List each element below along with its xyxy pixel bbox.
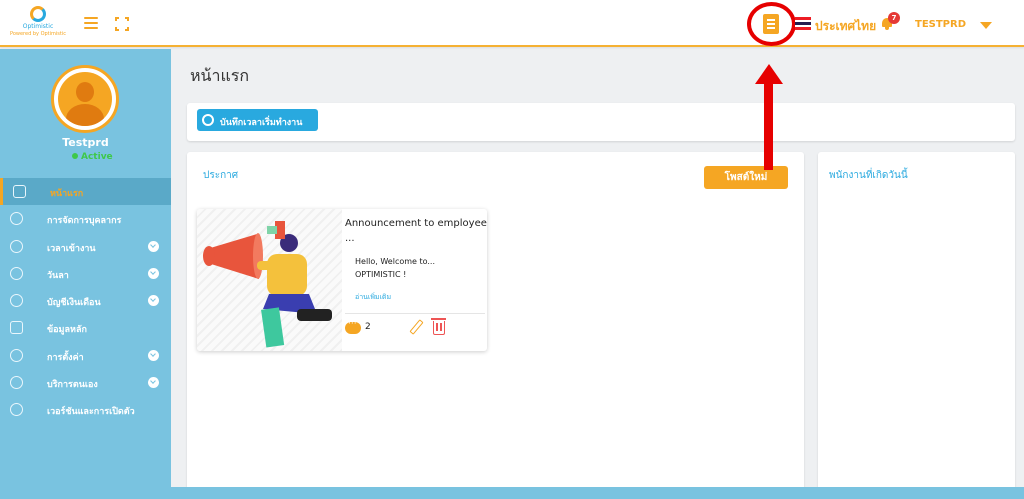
sidebar-item-label: เวลาเข้างาน (47, 243, 96, 254)
post-title: Announcement to employee (345, 218, 487, 229)
status-badge: Active (72, 152, 113, 162)
logo-ring-icon (30, 6, 46, 22)
clockin-button-label: บันทึกเวลาเริ่มทำงาน (220, 118, 303, 128)
annotation-circle (747, 2, 796, 46)
chevron-down-icon[interactable] (148, 349, 159, 361)
read-more-link[interactable]: อ่านเพิ่มเติม (355, 292, 391, 303)
chevron-down-icon[interactable] (148, 295, 159, 307)
fullscreen-icon[interactable] (115, 17, 129, 31)
post-body: Hello, Welcome to... OPTIMISTIC ! (355, 257, 436, 279)
home-icon (13, 185, 26, 198)
gear-icon (10, 348, 23, 362)
notification-badge: 7 (888, 12, 900, 24)
comment-count: 2 (365, 322, 371, 332)
sidebar-item-label: วันลา (47, 270, 69, 281)
sidebar-item-payroll[interactable]: บัญชีเงินเดือน (0, 287, 171, 314)
sidebar-item-label: บริการตนเอง (47, 380, 98, 391)
user-menu[interactable]: TESTPRD (915, 19, 966, 30)
annotation-arrow-shaft (764, 80, 773, 170)
chevron-down-icon[interactable] (148, 267, 159, 279)
thai-flag-icon[interactable] (795, 17, 811, 30)
language-selector[interactable]: ประเทศไทย (815, 17, 876, 36)
announcements-title: ประกาศ (203, 170, 239, 181)
clock-icon (10, 239, 23, 253)
sidebar-item-versions[interactable]: เวอร์ชันและการเปิดตัว (0, 396, 171, 423)
sidebar-item-settings[interactable]: การตั้งค่า (0, 342, 171, 369)
app-logo[interactable]: Optimistic Powered by Optimistic (9, 6, 67, 44)
birthdays-title: พนักงานที่เกิดวันนี้ (829, 170, 908, 181)
sidebar-item-leave[interactable]: วันลา (0, 260, 171, 287)
avatar[interactable] (51, 65, 119, 133)
profile-name: Testprd (62, 136, 109, 149)
clockin-button[interactable]: บันทึกเวลาเริ่มทำงาน (197, 109, 318, 131)
people-icon (10, 212, 23, 226)
sidebar-item-label: บัญชีเงินเดือน (47, 298, 101, 309)
megaphone-illustration (197, 209, 342, 351)
sidebar-nav: หน้าแรก การจัดการบุคลากร เวลาเข้างาน วัน… (0, 178, 171, 424)
logo-name: Optimistic (22, 23, 54, 30)
sidebar-item-attendance[interactable]: เวลาเข้างาน (0, 233, 171, 260)
release-icon (10, 403, 23, 417)
new-post-button[interactable]: โพสต์ใหม่ (704, 166, 788, 189)
logo-tagline: Powered by Optimistic (10, 31, 66, 37)
trash-icon[interactable] (431, 318, 446, 335)
status-dot-icon (72, 153, 78, 159)
announcements-card: ประกาศ โพสต์ใหม่ Announcement to employe… (187, 152, 804, 492)
sidebar-item-label: การตั้งค่า (47, 352, 84, 363)
chevron-down-icon[interactable] (148, 240, 159, 252)
status-text: Active (81, 152, 113, 162)
sidebar-item-self-service[interactable]: บริการตนเอง (0, 369, 171, 396)
announcement-post[interactable]: Announcement to employee ... Hello, Welc… (197, 209, 487, 351)
footer-bar (0, 487, 1024, 499)
post-title-continuation: ... (345, 233, 355, 244)
sidebar: Testprd Active หน้าแรก การจัดการบุคลากร … (0, 49, 171, 499)
sidebar-item-label: การจัดการบุคลากร (47, 216, 122, 227)
divider (345, 313, 485, 314)
user-icon (10, 376, 23, 390)
sidebar-item-personnel[interactable]: การจัดการบุคลากร (0, 205, 171, 232)
sidebar-item-master-data[interactable]: ข้อมูลหลัก (0, 314, 171, 341)
user-avatar-icon (58, 72, 112, 126)
chevron-down-icon[interactable] (148, 377, 159, 389)
comment-icon[interactable] (345, 319, 361, 334)
clock-icon (10, 266, 23, 280)
sidebar-item-label: หน้าแรก (50, 189, 84, 199)
top-bar: Optimistic Powered by Optimistic ประเทศไ… (0, 0, 1024, 47)
sidebar-item-label: เวอร์ชันและการเปิดตัว (47, 407, 135, 418)
page-title: หน้าแรก (190, 66, 250, 85)
sidebar-item-home[interactable]: หน้าแรก (0, 178, 171, 206)
caret-down-icon[interactable] (980, 22, 992, 29)
calendar-icon (10, 321, 23, 335)
pencil-icon[interactable] (409, 319, 424, 335)
menu-toggle-icon[interactable] (84, 17, 98, 29)
clockin-card: บันทึกเวลาเริ่มทำงาน (187, 103, 1015, 141)
sidebar-item-label: ข้อมูลหลัก (47, 325, 87, 336)
clock-icon (202, 114, 214, 126)
dollar-icon (10, 294, 23, 308)
birthdays-card: พนักงานที่เกิดวันนี้ (818, 152, 1015, 492)
